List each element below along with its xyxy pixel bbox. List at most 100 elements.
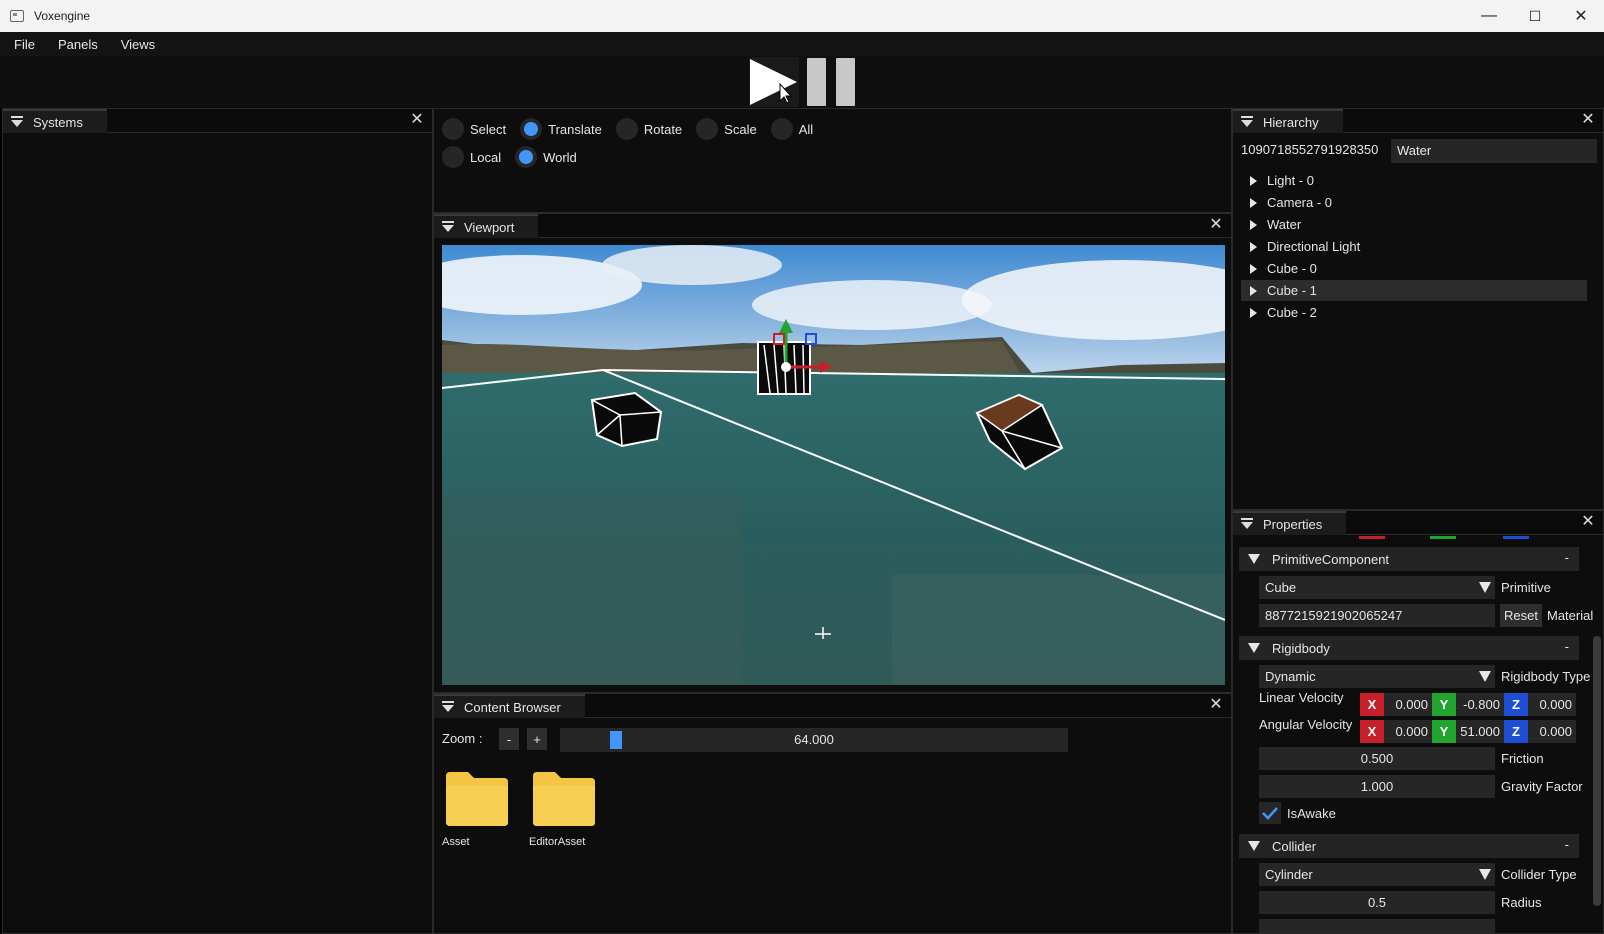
translate-radio[interactable]	[520, 118, 543, 140]
entity-name-input[interactable]: Water	[1391, 139, 1597, 163]
toolbar	[0, 56, 1604, 108]
angular-x-axis: X	[1360, 720, 1384, 743]
tree-item-water[interactable]: Water	[1241, 214, 1587, 235]
friction-input[interactable]: 0.500	[1259, 747, 1495, 770]
viewport-tab[interactable]: Viewport	[434, 214, 539, 238]
expand-arrow-icon[interactable]	[1250, 175, 1257, 186]
hierarchy-tab[interactable]: Hierarchy	[1233, 109, 1343, 133]
linear-z-input[interactable]: 0.000	[1528, 693, 1576, 716]
collider-type-select[interactable]: Cylinder	[1259, 863, 1495, 886]
all-label: All	[798, 121, 814, 137]
gravity-factor-label: Gravity Factor	[1501, 779, 1583, 794]
collapse-triangle-icon[interactable]	[11, 115, 23, 127]
folder-editorasset[interactable]	[531, 770, 597, 831]
rigidbody-section-header[interactable]: Rigidbody -	[1239, 636, 1579, 660]
collapse-triangle-icon[interactable]	[1241, 115, 1253, 127]
section-collapse-icon[interactable]	[1248, 841, 1260, 851]
window-title: Voxengine	[34, 9, 91, 23]
linear-y-input[interactable]: -0.800	[1456, 693, 1504, 716]
content-browser-panel: Content Browser ✕ Zoom : - + 64.000 Asse…	[433, 693, 1232, 934]
material-label: Material	[1547, 608, 1593, 623]
viewport-scene[interactable]	[442, 245, 1225, 685]
tree-item-directional-light[interactable]: Directional Light	[1241, 236, 1587, 257]
folder-asset-label: Asset	[442, 836, 470, 848]
expand-arrow-icon[interactable]	[1250, 285, 1257, 296]
primitive-remove-button[interactable]: -	[1565, 550, 1569, 565]
angular-x-input[interactable]: 0.000	[1384, 720, 1432, 743]
collider-remove-button[interactable]: -	[1565, 837, 1569, 852]
angular-z-input[interactable]: 0.000	[1528, 720, 1576, 743]
primitive-shape-select[interactable]: Cube	[1259, 576, 1495, 599]
gizmo-space-group: Local World	[442, 146, 591, 168]
expand-arrow-icon[interactable]	[1250, 219, 1257, 230]
folder-asset[interactable]	[444, 770, 510, 831]
tree-item-cube-0[interactable]: Cube - 0	[1241, 258, 1587, 279]
rigidbody-remove-button[interactable]: -	[1565, 639, 1569, 654]
gravity-factor-input[interactable]: 1.000	[1259, 775, 1495, 798]
tree-item-label: Cube - 0	[1267, 261, 1317, 276]
linear-y-axis: Y	[1432, 693, 1456, 716]
collapse-triangle-icon[interactable]	[1241, 517, 1253, 529]
is-awake-checkbox[interactable]	[1259, 802, 1281, 824]
maximize-button[interactable]: ☐	[1512, 0, 1558, 32]
menu-file[interactable]: File	[0, 37, 44, 52]
scale-radio[interactable]	[696, 118, 719, 140]
stop-button[interactable]	[836, 58, 855, 106]
scale-label: Scale	[724, 121, 757, 137]
folder-icon	[533, 772, 595, 826]
select-radio[interactable]	[442, 118, 464, 140]
tree-item-camera-0[interactable]: Camera - 0	[1241, 192, 1587, 213]
zoom-out-button[interactable]: -	[499, 728, 519, 750]
properties-close-icon[interactable]: ✕	[1579, 513, 1597, 531]
tree-item-cube-1[interactable]: Cube - 1	[1241, 280, 1587, 301]
systems-tab[interactable]: Systems	[3, 109, 107, 133]
tree-item-label: Light - 0	[1267, 173, 1314, 188]
next-field[interactable]	[1259, 919, 1495, 933]
title-bar: Voxengine — ☐ ✕	[0, 0, 1604, 32]
menu-views[interactable]: Views	[107, 37, 164, 52]
local-radio[interactable]	[442, 146, 464, 168]
rigidbody-type-select[interactable]: Dynamic	[1259, 665, 1495, 688]
expand-arrow-icon[interactable]	[1250, 241, 1257, 252]
properties-body[interactable]: PrimitiveComponent - Cube Primitive 8877…	[1233, 536, 1603, 933]
collider-section-header[interactable]: Collider -	[1239, 834, 1579, 858]
material-id-field[interactable]: 8877215921902065247	[1259, 604, 1495, 627]
properties-panel: Properties ✕ PrimitiveComponent - Cube P…	[1232, 510, 1604, 934]
pause-button[interactable]	[807, 58, 826, 106]
primitive-shape-value: Cube	[1265, 580, 1297, 595]
minimize-button[interactable]: —	[1466, 0, 1512, 32]
expand-arrow-icon[interactable]	[1250, 197, 1257, 208]
primitive-section-header[interactable]: PrimitiveComponent -	[1239, 547, 1579, 571]
viewport-panel: Viewport ✕	[433, 213, 1232, 693]
friction-label: Friction	[1501, 751, 1544, 766]
collapse-triangle-icon[interactable]	[442, 220, 454, 232]
expand-arrow-icon[interactable]	[1250, 307, 1257, 318]
all-radio[interactable]	[770, 118, 793, 140]
content-browser-tab[interactable]: Content Browser	[434, 694, 585, 718]
linear-x-input[interactable]: 0.000	[1384, 693, 1432, 716]
rotate-radio[interactable]	[615, 118, 638, 140]
tree-item-cube-2[interactable]: Cube - 2	[1241, 302, 1587, 323]
radius-input[interactable]: 0.5	[1259, 891, 1495, 914]
section-collapse-icon[interactable]	[1248, 643, 1260, 653]
expand-arrow-icon[interactable]	[1250, 263, 1257, 274]
properties-tab[interactable]: Properties	[1233, 511, 1347, 535]
hierarchy-close-icon[interactable]: ✕	[1579, 111, 1597, 129]
menu-panels[interactable]: Panels	[44, 37, 107, 52]
rigidbody-section-title: Rigidbody	[1272, 640, 1330, 656]
collapse-triangle-icon[interactable]	[442, 700, 454, 712]
tree-item-light-0[interactable]: Light - 0	[1241, 170, 1587, 191]
properties-scrollbar[interactable]	[1593, 636, 1601, 906]
reset-material-button[interactable]: Reset	[1500, 604, 1542, 627]
angular-y-input[interactable]: 51.000	[1456, 720, 1504, 743]
zoom-in-button[interactable]: +	[527, 728, 547, 750]
content-browser-close-icon[interactable]: ✕	[1207, 696, 1225, 714]
viewport-close-icon[interactable]: ✕	[1207, 216, 1225, 234]
close-window-button[interactable]: ✕	[1558, 0, 1604, 32]
systems-title: Systems	[33, 114, 83, 130]
world-radio[interactable]	[515, 146, 538, 168]
systems-close-icon[interactable]: ✕	[408, 111, 426, 129]
play-button[interactable]	[749, 57, 799, 107]
section-collapse-icon[interactable]	[1248, 554, 1260, 564]
zoom-slider[interactable]: 64.000	[560, 728, 1068, 752]
